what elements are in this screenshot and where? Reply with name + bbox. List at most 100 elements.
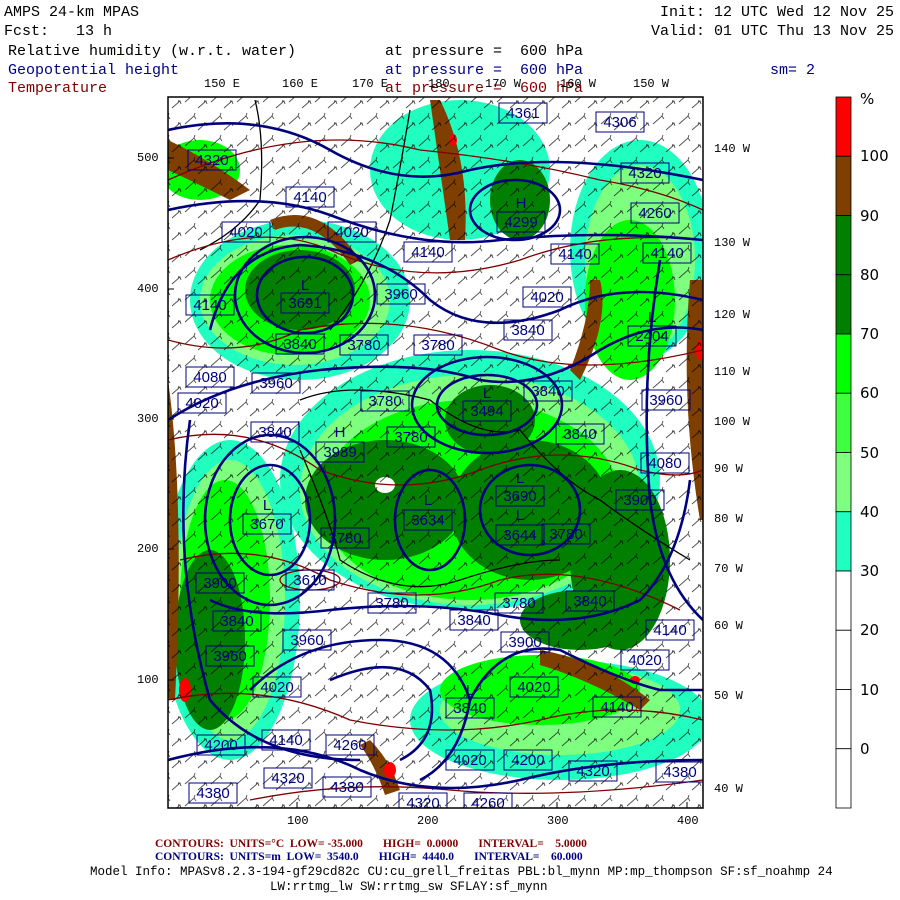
height-contour-label: 4260: [333, 737, 366, 754]
y-tick-label: 300: [137, 412, 159, 426]
height-contour-label: 4020: [335, 224, 368, 241]
lon-label: 120 W: [714, 308, 751, 322]
colorbar-label: 70: [860, 325, 880, 343]
height-contour-label: 3840: [258, 424, 291, 441]
lon-label: 160 E: [282, 77, 319, 91]
colorbar-segment: [835, 689, 852, 750]
height-contour-label: 3840: [563, 426, 596, 443]
lon-label: 160 W: [560, 77, 597, 91]
low-center-marker: L: [648, 309, 656, 326]
x-tick-label: 200: [417, 814, 439, 828]
field-height-name: Geopotential height: [8, 62, 180, 79]
lon-label: 50 W: [714, 689, 743, 703]
height-contour-label: 3634: [411, 512, 444, 529]
low-center-marker: L: [424, 492, 432, 509]
field-temp-name: Temperature: [8, 80, 108, 97]
height-contour-label: 3780: [421, 337, 454, 354]
colorbar-segment: [835, 96, 852, 157]
lon-label: 150 E: [204, 77, 241, 91]
height-contour-label: 3780: [549, 526, 582, 543]
height-contour-label: 4020: [229, 224, 262, 241]
y-tick-label: 400: [137, 282, 159, 296]
height-contour-label: 3900: [203, 575, 236, 592]
height-contour-label: 4320: [576, 763, 609, 780]
colorbar-segment: [835, 274, 852, 335]
height-contour-label: 3644: [503, 527, 536, 544]
height-contour-label: 2404: [635, 328, 668, 345]
height-contour-label: 3989: [323, 444, 356, 461]
y-tick-label: 100: [137, 673, 159, 687]
height-contour-label: 4140: [193, 297, 226, 314]
height-contour-label: 3840: [457, 612, 490, 629]
height-contour-label: 3691: [288, 295, 321, 312]
colorbar-segment: [835, 155, 852, 216]
height-contour-label: 4140: [650, 245, 683, 262]
colorbar-label: 90: [860, 206, 880, 225]
colorbar-label: 50: [860, 443, 880, 462]
low-center-marker: L: [466, 682, 474, 699]
low-center-marker: L: [301, 277, 309, 294]
model-title: AMPS 24-km MPAS: [4, 4, 140, 21]
high-center-marker: H: [516, 195, 527, 212]
height-contour-label: 4299: [504, 214, 537, 231]
colorbar-label: 20: [860, 621, 880, 640]
lon-label: 140 W: [714, 142, 751, 156]
height-contour-label: 3960: [213, 648, 246, 665]
low-center-marker: L: [263, 497, 271, 514]
height-contour-label: 3840: [573, 593, 606, 610]
height-contour-label: 3960: [259, 375, 292, 392]
height-contour-label: 4380: [663, 764, 696, 781]
valid-time: Valid: 01 UTC Thu 13 Nov 25: [650, 23, 894, 40]
height-contour-label: 4320: [195, 152, 228, 169]
init-time: Init: 12 UTC Wed 12 Nov 25: [659, 4, 894, 21]
height-contour-label: 4260: [471, 795, 504, 812]
height-contour-label: 4020: [517, 679, 550, 696]
height-contour-label: 4020: [453, 752, 486, 769]
smoothing-label: sm= 2: [770, 62, 816, 79]
height-contour-label: 4380: [196, 785, 229, 802]
low-center-marker: L: [483, 385, 491, 402]
height-contour-label: 4020: [260, 679, 293, 696]
lon-label: 180: [428, 77, 450, 91]
colorbar-segment: [835, 215, 852, 276]
y-tick-label: 500: [137, 151, 159, 165]
height-contour-label: 4020: [185, 395, 218, 412]
height-contour-label: 3780: [368, 393, 401, 410]
colorbar-label: 0: [860, 739, 870, 758]
height-contour-label: 3780: [375, 595, 408, 612]
height-contour-label: 4320: [406, 795, 439, 812]
height-contour-label: 3780: [394, 429, 427, 446]
temperature-contour-info: CONTOURS: UNITS=°C LOW= -35.000 HIGH= 0.…: [155, 838, 587, 850]
height-contour-label: 4080: [648, 455, 681, 472]
lon-label: 130 W: [714, 236, 751, 250]
height-contour-label: 3840: [220, 613, 253, 630]
colorbar-segment: [835, 392, 852, 453]
height-contour-label: 4140: [411, 244, 444, 261]
field-rh-level: at pressure = 600 hPa: [385, 43, 584, 60]
colorbar-segment: [835, 452, 852, 513]
height-contour-label: 3780: [502, 595, 535, 612]
colorbar-segment: [835, 748, 852, 809]
field-rh-name: Relative humidity (w.r.t. water): [8, 43, 297, 60]
colorbar-segment: [835, 511, 852, 572]
height-contour-label: 3780: [328, 530, 361, 547]
height-contour-label: 4140: [269, 732, 302, 749]
height-contour-label: 3900: [508, 634, 541, 651]
low-center-marker: L: [516, 507, 524, 524]
height-contour-label: 4140: [600, 699, 633, 716]
x-tick-label: 400: [677, 814, 699, 828]
lon-label: 70 W: [714, 562, 743, 576]
height-contour-label: 4380: [330, 779, 363, 796]
lon-label: 90 W: [714, 462, 743, 476]
height-contour-info: CONTOURS: UNITS=m LOW= 3540.0 HIGH= 4440…: [155, 851, 583, 863]
height-contour-label: 4140: [293, 189, 326, 206]
height-contour-label: 3840: [283, 336, 316, 353]
forecast-hour: Fcst: 13 h: [4, 23, 113, 40]
height-contour-label: 4080: [193, 369, 226, 386]
lon-label: 60 W: [714, 619, 743, 633]
model-info-physics: LW:rrtmg_lw SW:rrtmg_sw SFLAY:sf_mynn: [270, 880, 548, 894]
rh-height-temperature-map: 4361 4306 4320 4140 4020 4020 H 4299 4320 4260 414…: [167, 96, 852, 812]
colorbar: [835, 96, 852, 809]
lon-label: 170 W: [485, 77, 522, 91]
height-contour-label: 4020: [530, 289, 563, 306]
